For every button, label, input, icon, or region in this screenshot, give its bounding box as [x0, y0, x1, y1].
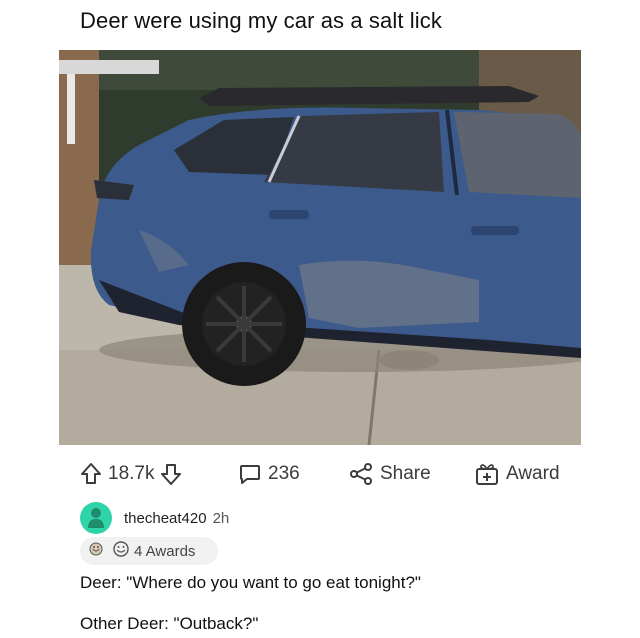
- post-title: Deer were using my car as a salt lick: [80, 8, 442, 33]
- comment-text-line-1: Deer: "Where do you want to go eat tonig…: [80, 573, 421, 592]
- gift-icon: [474, 461, 500, 487]
- award-label: Award: [506, 463, 560, 484]
- speech-bubble-icon: [238, 462, 262, 486]
- comment-count: 236: [268, 463, 300, 484]
- awards-count: 4 Awards: [134, 542, 196, 560]
- comment-time: 2h: [212, 509, 230, 527]
- comments-button[interactable]: 236: [238, 458, 300, 490]
- user-silhouette-icon: [88, 508, 104, 528]
- share-button[interactable]: Share: [348, 458, 431, 490]
- share-icon: [348, 462, 374, 486]
- award-button[interactable]: Award: [474, 458, 560, 490]
- share-label: Share: [380, 463, 431, 484]
- award-face-icon: [112, 540, 130, 562]
- comment-text-line-2: Other Deer: "Outback?": [80, 614, 259, 633]
- post-image[interactable]: [59, 50, 581, 445]
- username[interactable]: thecheat420: [124, 510, 207, 527]
- upvote-count: 18.7k: [108, 463, 155, 484]
- awards-badge[interactable]: 4 Awards: [80, 537, 218, 565]
- comment-header: thecheat420 2h: [80, 500, 229, 536]
- vote-group: 18.7k: [80, 458, 182, 490]
- arrow-up-icon[interactable]: [80, 462, 102, 486]
- award-emoji-icon: [88, 540, 108, 562]
- post-actions: 18.7k 236 Share Award: [80, 458, 580, 490]
- avatar[interactable]: [80, 502, 112, 534]
- car-photo: [59, 50, 581, 445]
- arrow-down-icon[interactable]: [160, 462, 182, 486]
